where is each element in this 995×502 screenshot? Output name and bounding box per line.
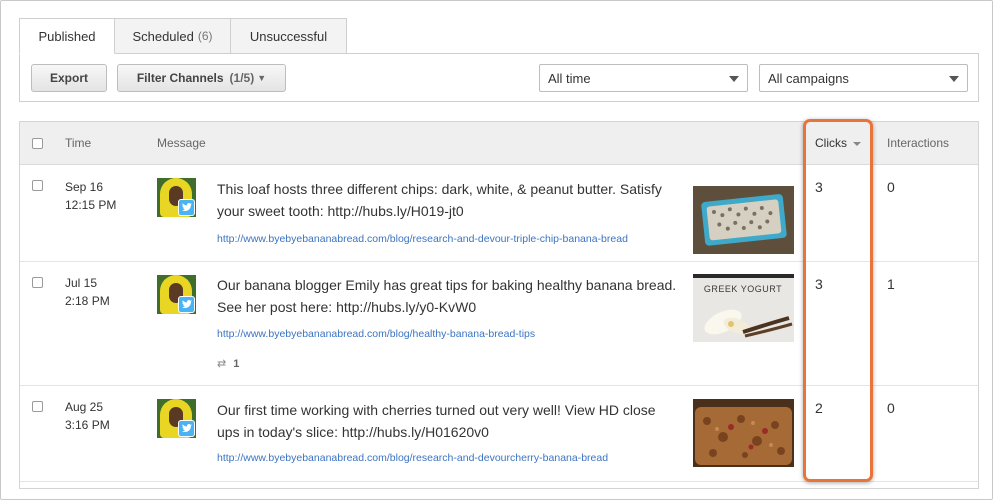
post-message: This loaf hosts three different chips: d… [217,181,662,219]
post-time: 12:15 PM [65,198,117,212]
post-thumbnail: GREEK YOGURT [693,274,794,342]
avatar [157,399,196,438]
chevron-down-icon [729,76,739,82]
caret-down-icon: ▼ [257,73,267,83]
post-time: 3:16 PM [65,418,110,432]
tab-label: Scheduled [132,28,194,44]
header-message: Message [157,136,206,150]
post-date: Sep 16 [65,180,104,194]
export-label: Export [49,71,88,85]
tab-scheduled[interactable]: Scheduled (6) [115,18,231,54]
post-link[interactable]: http://www.byebyebananabread.com/blog/re… [217,452,608,464]
tab-bar: Published Scheduled (6) Unsuccessful [19,18,347,54]
tab-published[interactable]: Published [19,18,115,54]
campaign-value: All campaigns [768,70,849,86]
row-checkbox[interactable] [32,180,43,191]
chevron-down-icon [949,76,959,82]
row-checkbox[interactable] [32,277,43,288]
toolbar: Export Filter Channels (1/5) ▼ All time … [19,53,979,102]
post-datetime: Aug 25 3:16 PM [65,398,110,434]
post-link[interactable]: http://www.byebyebananabread.com/blog/re… [217,233,628,245]
interactions-value: 1 [887,276,895,292]
twitter-icon [178,296,195,313]
filter-label: Filter Channels [136,71,224,85]
tab-label: Published [38,28,96,44]
post-datetime: Jul 15 2:18 PM [65,274,110,310]
tab-unsuccessful[interactable]: Unsuccessful [231,18,347,54]
tab-count: (6) [197,29,213,43]
twitter-icon [178,199,195,216]
header-time[interactable]: Time [65,136,91,150]
clicks-column-highlight [803,119,873,482]
post-date: Aug 25 [65,400,104,414]
post-message: Our first time working with cherries tur… [217,402,656,440]
filter-channels-button[interactable]: Filter Channels (1/5) ▼ [117,64,286,92]
post-thumbnail [693,399,794,467]
time-range-value: All time [548,70,591,86]
avatar [157,275,196,314]
tab-label: Unsuccessful [249,28,328,44]
post-message: Our banana blogger Emily has great tips … [217,277,677,315]
header-interactions[interactable]: Interactions [887,136,949,150]
interactions-value: 0 [887,179,895,195]
retweet-count: ⇄ 1 [217,357,239,370]
post-thumbnail [693,186,794,254]
post-link[interactable]: http://www.byebyebananabread.com/blog/he… [217,328,535,340]
interactions-value: 0 [887,400,895,416]
campaign-select[interactable]: All campaigns [759,64,968,92]
yogurt-label: GREEK YOGURT [704,284,782,294]
filter-count: (1/5) [229,71,255,85]
post-datetime: Sep 16 12:15 PM [65,178,116,214]
twitter-icon [178,420,195,437]
avatar [157,178,196,217]
export-button[interactable]: Export [31,64,107,92]
select-all-checkbox[interactable] [32,138,43,149]
retweet-value: 1 [233,358,240,370]
post-date: Jul 15 [65,276,98,290]
row-checkbox[interactable] [32,401,43,412]
post-time: 2:18 PM [65,294,110,308]
time-range-select[interactable]: All time [539,64,748,92]
retweet-icon: ⇄ [217,358,227,370]
